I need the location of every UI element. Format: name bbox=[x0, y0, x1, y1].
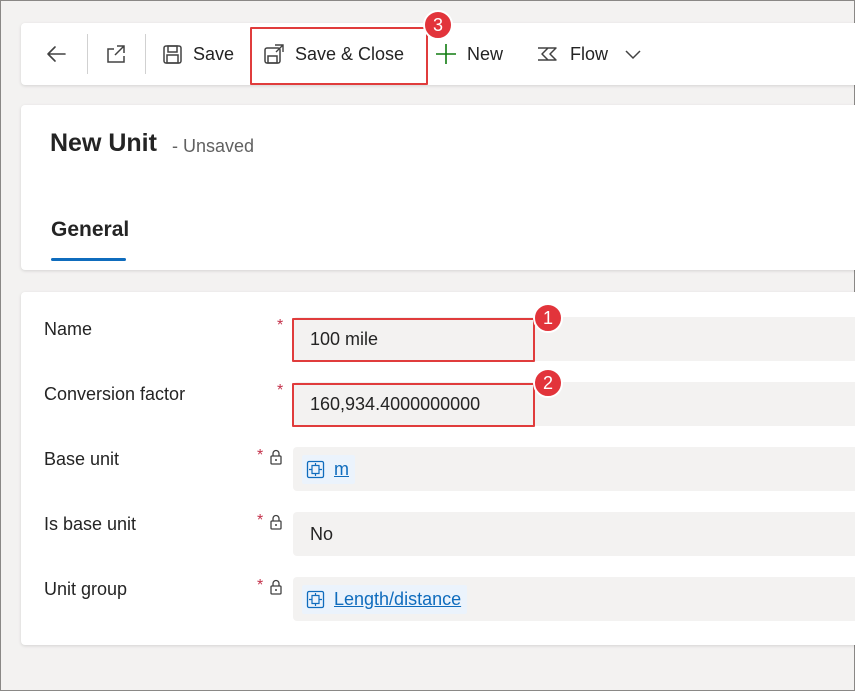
conversion-factor-value: 160,934.4000000000 bbox=[310, 393, 481, 414]
open-in-new-window-button[interactable] bbox=[105, 23, 127, 85]
is-base-unit-field: No bbox=[293, 512, 855, 556]
unit-group-link[interactable]: Length/distance bbox=[334, 589, 461, 610]
tab-active-indicator bbox=[51, 258, 126, 261]
toolbar-divider bbox=[87, 34, 88, 74]
conversion-factor-row: Conversion factor * 160,934.4000000000 bbox=[21, 382, 855, 426]
conversion-factor-label: Conversion factor bbox=[44, 384, 186, 404]
save-button[interactable]: Save bbox=[162, 23, 234, 85]
save-label: Save bbox=[193, 43, 235, 64]
required-marker: * bbox=[257, 512, 264, 529]
new-label: New bbox=[467, 43, 504, 64]
flow-button[interactable]: Flow bbox=[536, 23, 642, 85]
plus-icon bbox=[436, 44, 456, 64]
tab-general[interactable]: General bbox=[51, 218, 129, 242]
page-title: New Unit bbox=[50, 129, 157, 157]
flow-label: Flow bbox=[570, 43, 609, 64]
is-base-unit-value: No bbox=[310, 523, 334, 544]
arrow-left-icon bbox=[47, 46, 66, 62]
required-marker: * bbox=[277, 317, 284, 334]
base-unit-row: Base unit * m bbox=[21, 447, 855, 491]
save-icon bbox=[163, 44, 182, 64]
lock-icon bbox=[270, 579, 282, 595]
open-in-new-window-icon bbox=[107, 45, 125, 63]
form-header: New Unit - Unsaved General bbox=[21, 105, 855, 270]
lock-icon bbox=[270, 449, 282, 465]
name-field[interactable]: 100 mile bbox=[293, 317, 855, 361]
base-unit-field: m bbox=[293, 447, 855, 491]
is-base-unit-label: Is base unit bbox=[44, 514, 137, 534]
name-label: Name bbox=[44, 319, 93, 339]
toolbar-divider bbox=[145, 34, 146, 74]
base-unit-lookup[interactable]: m bbox=[302, 454, 355, 484]
form-section: Name * 100 mile Conversion factor * 160,… bbox=[21, 292, 855, 645]
flow-icon bbox=[538, 47, 557, 61]
required-marker: * bbox=[257, 447, 264, 464]
unit-group-label: Unit group bbox=[44, 579, 128, 599]
is-base-unit-row: Is base unit * No bbox=[21, 512, 855, 556]
base-unit-link[interactable]: m bbox=[334, 459, 349, 480]
required-marker: * bbox=[277, 382, 284, 399]
conversion-factor-field[interactable]: 160,934.4000000000 bbox=[293, 382, 855, 426]
name-value: 100 mile bbox=[310, 328, 379, 349]
save-status: - Unsaved bbox=[172, 136, 255, 156]
lock-icon bbox=[270, 514, 282, 530]
entity-icon bbox=[306, 460, 325, 478]
step-badge-1: 1 bbox=[533, 303, 563, 333]
save-and-close-label: Save & Close bbox=[295, 43, 405, 64]
unit-group-lookup[interactable]: Length/distance bbox=[302, 584, 468, 614]
chevron-down-icon[interactable] bbox=[624, 47, 642, 61]
unit-group-field: Length/distance bbox=[293, 577, 855, 621]
base-unit-label: Base unit bbox=[44, 449, 120, 469]
step-badge-2: 2 bbox=[533, 368, 563, 398]
step-badge-3: 3 bbox=[423, 10, 453, 40]
required-marker: * bbox=[257, 577, 264, 594]
back-button[interactable] bbox=[45, 23, 67, 85]
unit-group-row: Unit group * Length/distance bbox=[21, 577, 855, 621]
save-and-close-button[interactable]: Save & Close bbox=[263, 23, 404, 85]
name-row: Name * 100 mile bbox=[21, 317, 855, 361]
save-and-close-icon bbox=[264, 44, 284, 64]
entity-icon bbox=[306, 590, 325, 608]
